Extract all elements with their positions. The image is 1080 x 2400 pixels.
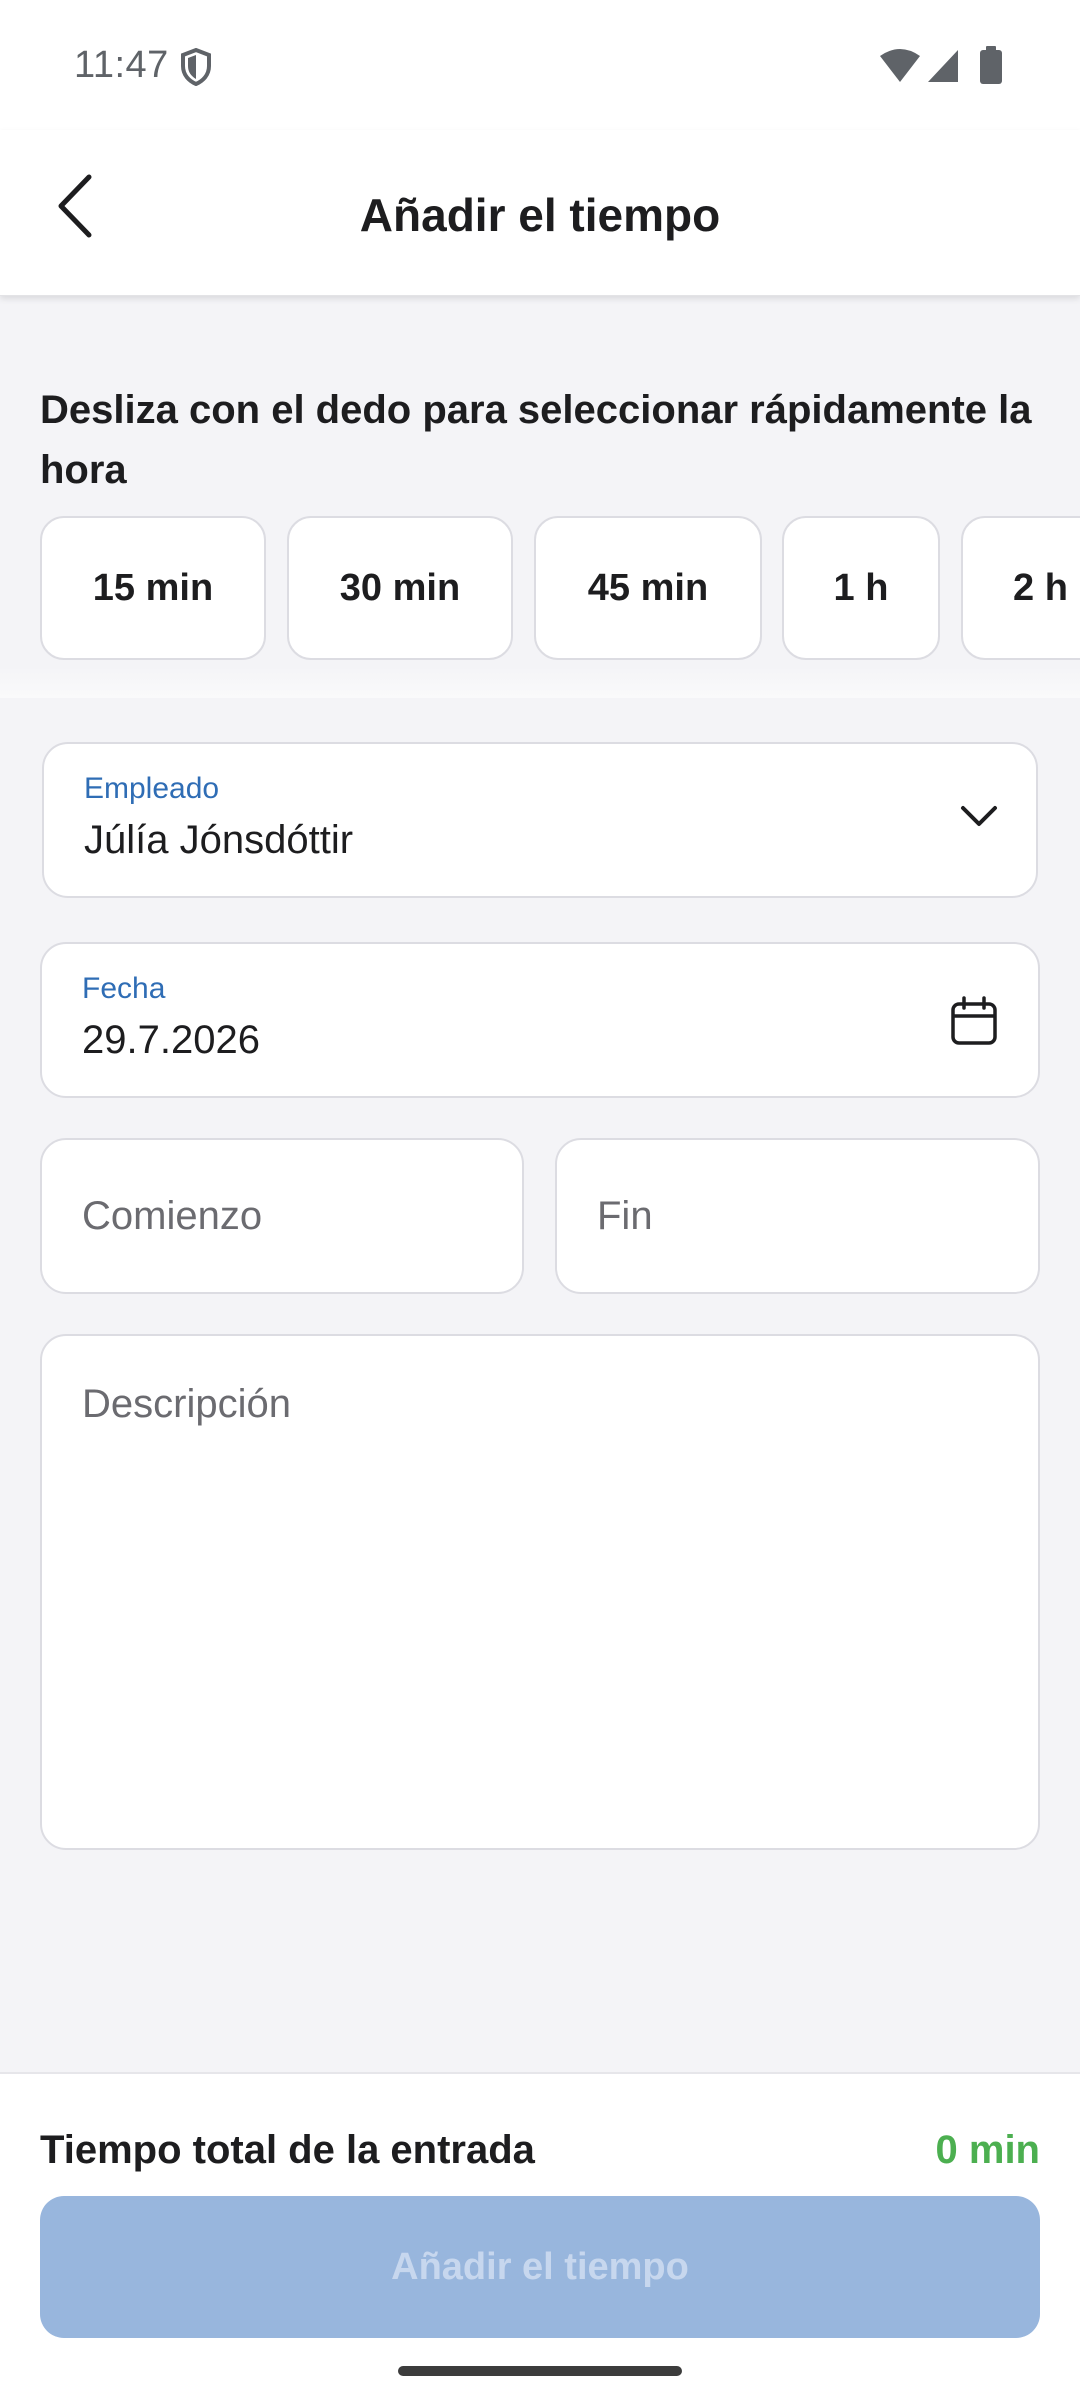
add-time-button[interactable]: Añadir el tiempo — [40, 2196, 1040, 2338]
chip-1-h[interactable]: 1 h — [782, 516, 940, 660]
app-bar: Añadir el tiempo — [0, 130, 1080, 296]
quick-select-section: Desliza con el dedo para seleccionar ráp… — [0, 296, 1080, 698]
page-title: Añadir el tiempo — [359, 189, 721, 241]
quick-select-hint: Desliza con el dedo para seleccionar ráp… — [40, 388, 1032, 492]
chip-45-min[interactable]: 45 min — [534, 516, 762, 660]
chip-2-h[interactable]: 2 h — [961, 516, 1080, 660]
start-time-placeholder: Comienzo — [82, 1194, 263, 1238]
status-time: 11:47 — [74, 44, 169, 86]
employee-label: Empleado — [84, 772, 220, 805]
calendar-icon[interactable] — [950, 996, 998, 1046]
employee-select[interactable]: Empleado Júlía Jónsdóttir — [42, 742, 1038, 898]
time-entry-form: Empleado Júlía Jónsdóttir Fecha 29.7.202… — [0, 698, 1080, 2072]
end-time-placeholder: Fin — [597, 1194, 653, 1238]
total-time-label: Tiempo total de la entrada — [40, 2128, 535, 2172]
total-time-value: 0 min — [935, 2128, 1040, 2172]
description-placeholder: Descripción — [82, 1382, 291, 1426]
shield-icon — [181, 48, 211, 86]
start-time-field[interactable]: Comienzo — [40, 1138, 524, 1294]
end-time-field[interactable]: Fin — [555, 1138, 1040, 1294]
home-indicator[interactable] — [398, 2366, 682, 2376]
chip-15-min[interactable]: 15 min — [40, 516, 266, 660]
chevron-down-icon — [961, 806, 997, 826]
description-field[interactable]: Descripción — [40, 1334, 1040, 1850]
date-field[interactable]: Fecha 29.7.2026 — [40, 942, 1040, 1098]
wifi-icon — [880, 49, 920, 82]
date-label: Fecha — [82, 972, 166, 1005]
signal-icon — [928, 50, 958, 82]
duration-chip-list[interactable]: 15 min 30 min 45 min 1 h 2 h — [40, 516, 1080, 662]
battery-icon — [980, 46, 1002, 84]
status-bar: 11:47 — [0, 0, 1080, 130]
date-value: 29.7.2026 — [82, 1018, 260, 1062]
entry-summary-panel: Tiempo total de la entrada 0 min Añadir … — [0, 2072, 1080, 2400]
system-status-icons — [880, 46, 1002, 84]
add-time-screen: 11:47 Añadir el tiempo Desliza con el de… — [0, 0, 1080, 2400]
chip-30-min[interactable]: 30 min — [287, 516, 513, 660]
employee-value: Júlía Jónsdóttir — [84, 818, 354, 862]
